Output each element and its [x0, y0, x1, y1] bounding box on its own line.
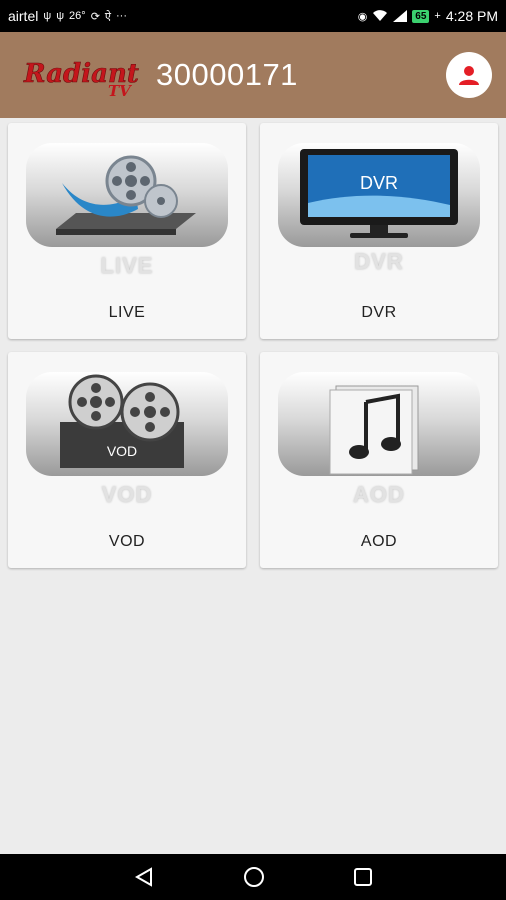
- tile-label-aod: AOD: [360, 533, 398, 550]
- eye-icon: ◉: [357, 10, 368, 23]
- tile-aod[interactable]: AOD AOD: [260, 352, 498, 568]
- usb-icon: ψ: [43, 10, 52, 22]
- clock: 4:28 PM: [445, 8, 498, 24]
- live-reflection: LIVE: [100, 253, 154, 278]
- carrier-label: airtel: [8, 8, 39, 24]
- dvr-thumbnail: DVR: [278, 143, 480, 247]
- live-thumbnail: [26, 143, 228, 247]
- status-right: ◉ 65 + 4:28 PM: [358, 8, 498, 24]
- film-reels-icon: VOD: [60, 374, 184, 468]
- more-icon: ···: [116, 10, 127, 22]
- aod-thumbnail: [278, 372, 480, 476]
- notification-icon: ऐ: [104, 10, 111, 23]
- back-icon[interactable]: [133, 866, 155, 888]
- radiant-tv-logo: Radiant TV: [23, 59, 139, 100]
- aod-reflection: AOD: [353, 482, 405, 507]
- profile-button[interactable]: [446, 52, 492, 98]
- signal-icon: [393, 10, 408, 22]
- wifi-icon: [373, 10, 388, 21]
- usb-icon-2: ψ: [56, 10, 65, 22]
- tile-label-live: LIVE: [108, 304, 146, 321]
- svg-text:TV: TV: [108, 82, 132, 100]
- recents-icon[interactable]: [353, 867, 373, 887]
- status-left: airtel ψ ψ 26° ⟳ ऐ ···: [8, 8, 127, 24]
- account-number: 30000171: [156, 57, 298, 92]
- app-header: Radiant TV 30000171: [0, 32, 506, 118]
- alarm-icon: +: [434, 10, 441, 22]
- vod-reflection: VOD: [101, 482, 153, 507]
- system-nav-bar: [0, 854, 506, 900]
- tile-live[interactable]: LIVE LIVE: [8, 123, 246, 339]
- tile-dvr[interactable]: DVR DVR DVR: [260, 123, 498, 339]
- home-icon[interactable]: [242, 865, 266, 889]
- dvr-reflection: DVR: [354, 249, 404, 274]
- tile-label-dvr: DVR: [361, 304, 397, 321]
- user-icon: [459, 66, 479, 85]
- music-note-icon: [329, 385, 419, 475]
- svg-text:DVR: DVR: [360, 173, 398, 193]
- tv-monitor-icon: DVR: [300, 149, 458, 238]
- tile-label-vod: VOD: [108, 533, 146, 550]
- tile-vod[interactable]: VOD VOD VOD: [8, 352, 246, 568]
- vod-thumbnail: VOD: [26, 372, 228, 476]
- sync-icon: ⟳: [90, 10, 100, 23]
- temperature-label: 26°: [69, 10, 86, 22]
- svg-text:VOD: VOD: [107, 443, 137, 459]
- film-reel-icon: [56, 155, 196, 235]
- status-bar: airtel ψ ψ 26° ⟳ ऐ ··· ◉ 65 + 4:28 PM: [0, 0, 506, 32]
- battery-indicator: 65: [412, 9, 430, 23]
